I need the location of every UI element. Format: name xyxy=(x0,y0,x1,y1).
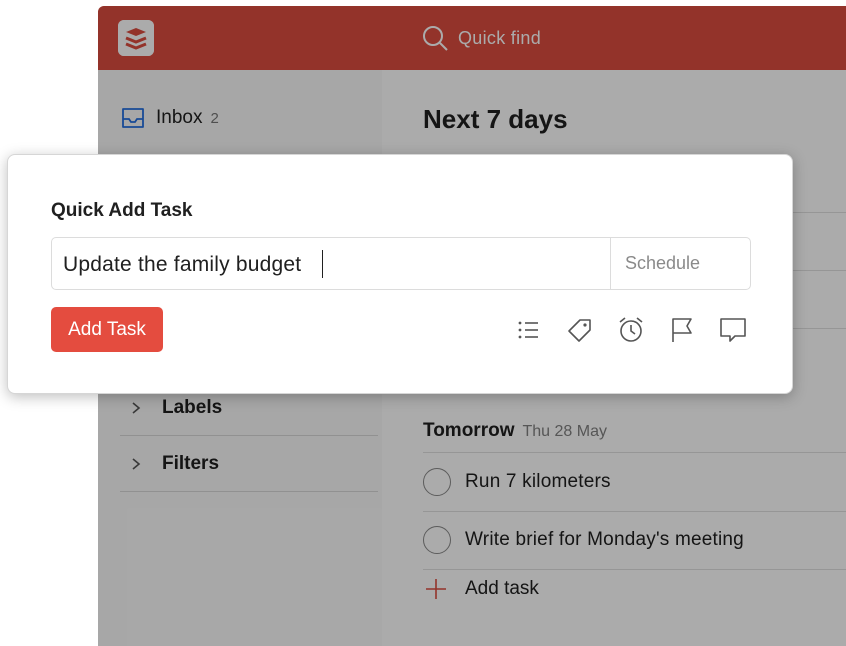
schedule-field[interactable]: Schedule xyxy=(610,238,750,289)
dialog-title: Quick Add Task xyxy=(51,200,193,221)
task-name-input[interactable] xyxy=(52,238,322,291)
comment-icon[interactable] xyxy=(718,315,748,345)
add-task-button[interactable]: Add Task xyxy=(51,307,163,352)
priority-flag-icon[interactable] xyxy=(667,315,697,345)
task-input-group: Schedule xyxy=(51,237,751,291)
label-tag-icon[interactable] xyxy=(565,315,595,345)
task-options-toolbar xyxy=(514,315,748,345)
project-list-icon[interactable] xyxy=(514,315,544,345)
quick-add-dialog: Quick Add Task Schedule Add Task xyxy=(7,154,793,394)
reminder-alarm-icon[interactable] xyxy=(616,315,646,345)
text-cursor xyxy=(322,250,323,278)
